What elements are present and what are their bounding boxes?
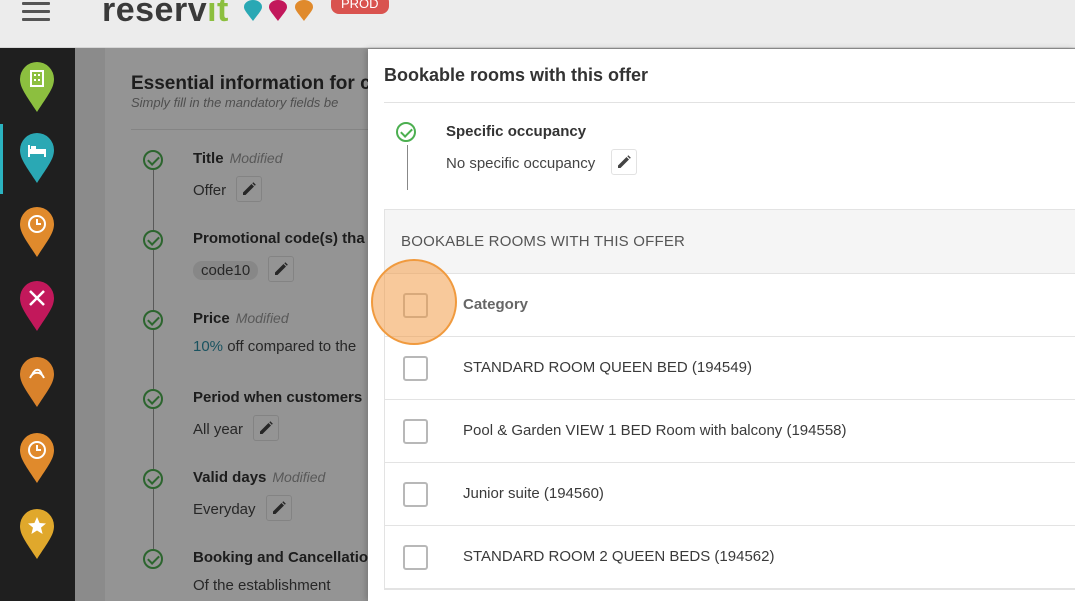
rail-item-clock-2[interactable] [0, 424, 75, 494]
table-row: STANDARD ROOM QUEEN BED (194549) [385, 337, 1075, 400]
room-checkbox[interactable] [403, 482, 428, 507]
pencil-icon [618, 155, 632, 168]
room-name: STANDARD ROOM QUEEN BED (194549) [463, 359, 752, 376]
panel-title: Bookable rooms with this offer [384, 65, 649, 85]
table-heading-text: BOOKABLE ROOMS WITH THIS OFFER [401, 233, 686, 250]
rail-item-clock-1[interactable] [0, 198, 75, 268]
building-pin-icon [20, 62, 54, 112]
star-pin-icon [20, 509, 54, 559]
rail-item-rooms[interactable] [0, 124, 75, 194]
table-row: Junior suite (194560) [385, 463, 1075, 526]
room-checkbox[interactable] [403, 419, 428, 444]
rail-item-establishment[interactable] [0, 53, 75, 123]
table-row: STANDARD ROOM 2 QUEEN BEDS (194562) [385, 526, 1075, 589]
click-highlight-ring [371, 259, 457, 345]
room-name: STANDARD ROOM 2 QUEEN BEDS (194562) [463, 548, 775, 565]
room-checkbox[interactable] [403, 545, 428, 570]
environment-badge: PROD [331, 0, 389, 14]
occupancy-value: No specific occupancy [446, 154, 596, 172]
clock-pin-icon [20, 207, 54, 257]
table-heading: BOOKABLE ROOMS WITH THIS OFFER [385, 210, 1075, 274]
timeline-line [407, 145, 408, 190]
rail-item-star[interactable] [0, 500, 75, 570]
room-name: Junior suite (194560) [463, 485, 604, 502]
occupancy-value-row: No specific occupancy [446, 149, 638, 177]
bookable-rooms-panel: Bookable rooms with this offer Specific … [368, 49, 1075, 601]
bed-pin-icon [20, 133, 54, 183]
restaurant-pin-icon [20, 281, 54, 331]
check-circle-icon [396, 122, 416, 142]
table-row: Pool & Garden VIEW 1 BED Room with balco… [385, 400, 1075, 463]
edit-occupancy-button[interactable] [611, 149, 638, 175]
clock-pin-icon [294, 0, 313, 21]
rail-item-spa[interactable] [0, 348, 75, 418]
top-bar: reservit PROD [0, 0, 1075, 48]
table-header-row: Category [385, 274, 1075, 337]
bed-pin-icon [244, 0, 262, 21]
column-header-category: Category [463, 296, 529, 313]
divider [384, 102, 1075, 103]
logo-text: reserv [102, 0, 208, 29]
reservit-logo[interactable]: reservit [102, 0, 229, 30]
room-checkbox[interactable] [403, 356, 428, 381]
rooms-table: BOOKABLE ROOMS WITH THIS OFFER Category … [384, 209, 1075, 590]
room-name: Pool & Garden VIEW 1 BED Room with balco… [463, 422, 847, 439]
logo-accent-text: it [207, 0, 229, 29]
restaurant-pin-icon [269, 0, 288, 21]
logo-pins [243, 0, 315, 22]
occupancy-label: Specific occupancy [446, 123, 587, 140]
left-rail [0, 48, 75, 601]
rail-item-restaurant[interactable] [0, 272, 75, 342]
clock-pin-icon [20, 433, 54, 483]
spa-pin-icon [20, 357, 54, 407]
hamburger-menu-icon[interactable] [22, 2, 50, 22]
